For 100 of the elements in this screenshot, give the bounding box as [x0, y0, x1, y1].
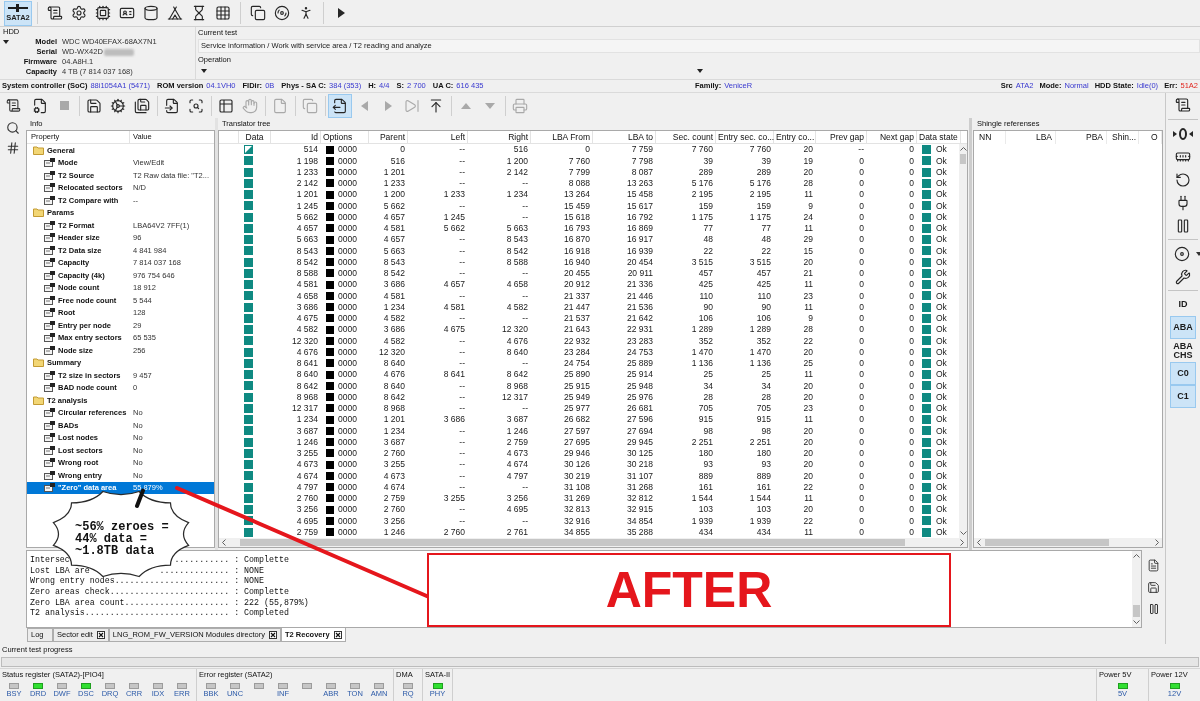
table-icon[interactable] — [218, 97, 234, 114]
table-cell: 11 — [804, 188, 813, 201]
file-import-icon[interactable] — [164, 97, 180, 114]
document-icon[interactable] — [1147, 558, 1160, 572]
vertical-scrollbar[interactable] — [1132, 551, 1141, 627]
column-header[interactable]: Id — [271, 131, 321, 143]
column-header[interactable]: PBA — [1086, 131, 1103, 144]
chevron-up-icon[interactable] — [959, 147, 967, 151]
wrench-icon[interactable] — [1175, 268, 1191, 285]
chevron-up-icon[interactable] — [1133, 554, 1140, 558]
table-cell: 24 753 — [627, 345, 653, 359]
log-text: : NONE — [234, 565, 264, 577]
horizontal-scrollbar[interactable] — [219, 538, 967, 547]
chevron-down-icon[interactable] — [959, 531, 967, 535]
table-cell: 0 — [859, 503, 864, 516]
column-header[interactable]: Data — [239, 131, 271, 143]
grid-icon[interactable] — [215, 5, 231, 21]
copy-icon[interactable] — [250, 5, 266, 21]
table-cell: 0 — [909, 458, 914, 471]
close-icon[interactable] — [333, 630, 342, 639]
horizontal-scrollbar[interactable] — [974, 538, 1162, 547]
scroll-icon[interactable] — [47, 5, 63, 21]
mode-button[interactable]: C1 — [1170, 385, 1196, 408]
file-gear-icon[interactable] — [32, 97, 48, 114]
option-square-icon — [326, 291, 334, 300]
mode-button[interactable]: ID — [1170, 293, 1196, 316]
table-cell: 21 642 — [627, 312, 653, 325]
close-icon[interactable] — [96, 631, 105, 639]
disc-icon[interactable] — [274, 5, 290, 21]
close-icon[interactable] — [269, 631, 277, 639]
scrollbar-thumb[interactable] — [985, 539, 1109, 546]
scrollbar-thumb[interactable] — [1133, 605, 1140, 617]
column-header[interactable]: LBA From — [531, 131, 593, 143]
toolbar-button[interactable] — [328, 93, 352, 118]
scrollbar-thumb[interactable] — [960, 154, 966, 164]
table-cell: 0 — [909, 402, 914, 415]
plug-icon[interactable] — [1175, 194, 1191, 211]
mode-button[interactable]: ABA — [1170, 316, 1196, 339]
column-header[interactable]: LBA to — [593, 131, 656, 143]
folder-icon — [33, 145, 44, 155]
save-icon[interactable] — [86, 97, 102, 114]
scrollbar-thumb[interactable] — [240, 539, 905, 546]
column-header[interactable]: LBA — [1035, 131, 1052, 144]
vertical-scrollbar[interactable] — [959, 144, 967, 538]
tent-icon[interactable] — [167, 5, 183, 21]
pause-icon[interactable] — [1175, 217, 1191, 234]
magnifier-icon[interactable] — [188, 97, 204, 114]
reset-icon[interactable] — [1175, 171, 1191, 188]
column-header[interactable]: Data state — [917, 131, 961, 143]
column-header[interactable]: Left — [408, 131, 468, 143]
state-square-icon — [922, 482, 931, 492]
state-square-icon — [922, 291, 931, 301]
hourglass-icon[interactable] — [191, 5, 207, 21]
save-all-icon[interactable] — [134, 97, 150, 114]
mode-button[interactable]: ABA CHS — [1170, 339, 1196, 362]
chevron-left-icon[interactable] — [977, 539, 981, 546]
column-header[interactable]: O — [1151, 131, 1158, 144]
triangles-ring-icon[interactable] — [1173, 127, 1193, 140]
column-header[interactable]: Sec. count — [656, 131, 716, 143]
column-header[interactable]: Options — [321, 131, 369, 143]
caret-down-icon[interactable] — [697, 69, 703, 73]
chip-icon[interactable] — [95, 5, 111, 21]
column-header[interactable]: Next gap — [867, 131, 917, 143]
column-header[interactable]: Entry sec. co... — [716, 131, 774, 143]
caret-right-icon[interactable] — [337, 8, 345, 18]
column-header[interactable]: Prev gap — [816, 131, 867, 143]
mode-button[interactable]: C0 — [1170, 362, 1196, 385]
cylinder-icon[interactable] — [143, 5, 159, 21]
column-header[interactable]: Right — [468, 131, 531, 143]
chevron-right-icon[interactable] — [960, 539, 964, 546]
hash-icon[interactable] — [6, 141, 20, 155]
chevron-right-icon[interactable] — [1155, 539, 1159, 546]
table-cell: 16 793 — [564, 222, 590, 235]
arrow-up-to-line-icon[interactable] — [428, 97, 444, 114]
caret-down-icon[interactable] — [3, 40, 9, 44]
pause-icon[interactable] — [1147, 603, 1160, 615]
person-icon[interactable] — [298, 5, 314, 21]
table-cell: 22 — [803, 480, 813, 494]
table-cell: 25 949 — [564, 390, 590, 404]
table-cell: -- — [522, 210, 528, 224]
table-cell: 3 256 — [296, 503, 318, 516]
column-header[interactable]: Parent — [369, 131, 408, 143]
save-icon[interactable] — [1147, 580, 1160, 594]
scroll-icon[interactable] — [1175, 97, 1191, 113]
search-icon[interactable] — [6, 121, 20, 135]
gear-icon[interactable] — [71, 5, 87, 21]
table-cell: 1 200 — [506, 154, 528, 168]
column-header[interactable]: NN — [979, 131, 992, 144]
column-header[interactable]: Entry co... — [774, 131, 816, 143]
column-header[interactable]: Shin... — [1112, 131, 1137, 144]
table-cell: 25 890 — [564, 368, 590, 381]
scroll-icon[interactable] — [5, 98, 21, 113]
disc-icon[interactable] — [1174, 245, 1190, 262]
chevron-down-icon[interactable] — [1133, 620, 1140, 624]
caret-down-icon[interactable] — [1196, 251, 1200, 256]
gear-icon[interactable] — [110, 97, 126, 114]
table-cell: 0 — [859, 480, 864, 494]
caret-down-icon[interactable] — [201, 69, 207, 73]
card-icon[interactable] — [119, 5, 135, 21]
chevron-left-icon[interactable] — [222, 539, 226, 546]
